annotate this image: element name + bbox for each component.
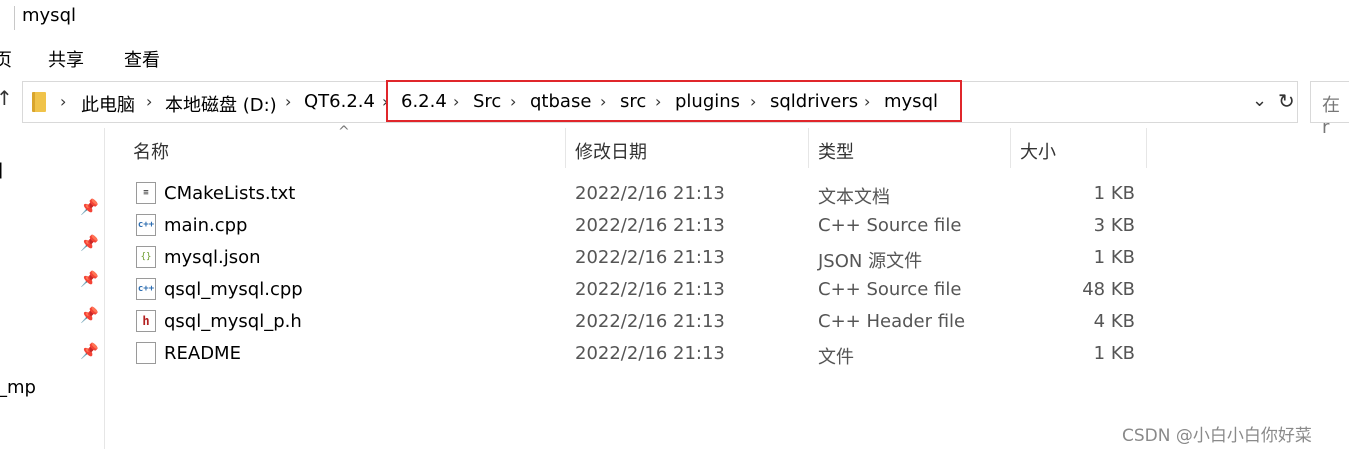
- window-title: mysql: [22, 5, 76, 26]
- file-type: 文件: [818, 347, 854, 368]
- file-type: C++ Header file: [818, 311, 966, 332]
- file-size: 48 KB: [1082, 279, 1135, 300]
- sort-ascending-icon: ^: [338, 124, 350, 140]
- file-modified: 2022/2/16 21:13: [575, 311, 725, 332]
- breadcrumb-this-pc[interactable]: 此电脑: [81, 91, 135, 117]
- header-file-icon: h: [136, 310, 156, 332]
- json-file-icon: {}: [136, 246, 156, 268]
- pin-icon[interactable]: 📌: [80, 342, 99, 360]
- file-size: 3 KB: [1093, 215, 1135, 236]
- pin-icon[interactable]: 📌: [80, 270, 99, 288]
- file-name[interactable]: main.cpp: [164, 215, 247, 236]
- column-header-size[interactable]: 大小: [1020, 138, 1056, 164]
- pin-icon[interactable]: 📌: [80, 198, 99, 216]
- file-type: C++ Source file: [818, 215, 962, 236]
- nav-item-fragment[interactable]: _mp: [0, 377, 36, 398]
- file-name[interactable]: qsql_mysql.cpp: [164, 279, 303, 300]
- pin-icon[interactable]: 📌: [80, 234, 99, 252]
- chevron-right-icon[interactable]: ›: [146, 92, 152, 111]
- path-highlight-box: [386, 80, 962, 122]
- file-name[interactable]: CMakeLists.txt: [164, 183, 295, 204]
- title-separator: [14, 6, 15, 30]
- chevron-down-icon[interactable]: ⌄: [1252, 90, 1267, 111]
- file-size: 1 KB: [1093, 247, 1135, 268]
- chevron-right-icon[interactable]: ›: [60, 92, 66, 111]
- file-size: 1 KB: [1093, 183, 1135, 204]
- breadcrumb-local-disk[interactable]: 本地磁盘 (D:): [165, 91, 277, 117]
- breadcrumb-qt624[interactable]: QT6.2.4: [304, 91, 375, 112]
- folder-icon: [32, 92, 46, 112]
- pin-icon[interactable]: 📌: [80, 306, 99, 324]
- column-separator[interactable]: [808, 128, 809, 168]
- file-modified: 2022/2/16 21:13: [575, 215, 725, 236]
- file-name[interactable]: README: [164, 343, 241, 364]
- nav-pane-divider[interactable]: [104, 128, 105, 449]
- file-name[interactable]: qsql_mysql_p.h: [164, 311, 302, 332]
- blank-file-icon: [136, 342, 156, 364]
- file-modified: 2022/2/16 21:13: [575, 343, 725, 364]
- text-file-icon: ≡: [136, 182, 156, 204]
- file-type: C++ Source file: [818, 279, 962, 300]
- search-placeholder: 在 r: [1322, 95, 1340, 138]
- file-type: 文本文档: [818, 187, 890, 208]
- up-arrow-icon[interactable]: ↑: [0, 86, 13, 110]
- refresh-icon[interactable]: ↻: [1278, 89, 1295, 113]
- column-separator[interactable]: [1010, 128, 1011, 168]
- file-type: JSON 源文件: [818, 251, 923, 272]
- ribbon-tab-share[interactable]: 共享: [48, 46, 84, 72]
- file-modified: 2022/2/16 21:13: [575, 183, 725, 204]
- ribbon-tab-view[interactable]: 查看: [124, 46, 160, 72]
- column-header-name[interactable]: 名称: [133, 138, 169, 164]
- file-size: 1 KB: [1093, 343, 1135, 364]
- cpp-file-icon: c++: [136, 278, 156, 300]
- cpp-file-icon: c++: [136, 214, 156, 236]
- column-separator[interactable]: [565, 128, 566, 168]
- ribbon-tab-home[interactable]: 页: [0, 46, 12, 72]
- nav-item-fragment[interactable]: ]: [0, 160, 3, 181]
- csdn-watermark: CSDN @小白小白你好菜: [1122, 426, 1312, 446]
- chevron-right-icon[interactable]: ›: [285, 92, 291, 111]
- column-header-type[interactable]: 类型: [818, 138, 854, 164]
- file-modified: 2022/2/16 21:13: [575, 247, 725, 268]
- file-name[interactable]: mysql.json: [164, 247, 261, 268]
- column-separator[interactable]: [1146, 128, 1147, 168]
- file-modified: 2022/2/16 21:13: [575, 279, 725, 300]
- file-size: 4 KB: [1093, 311, 1135, 332]
- column-header-modified[interactable]: 修改日期: [575, 138, 647, 164]
